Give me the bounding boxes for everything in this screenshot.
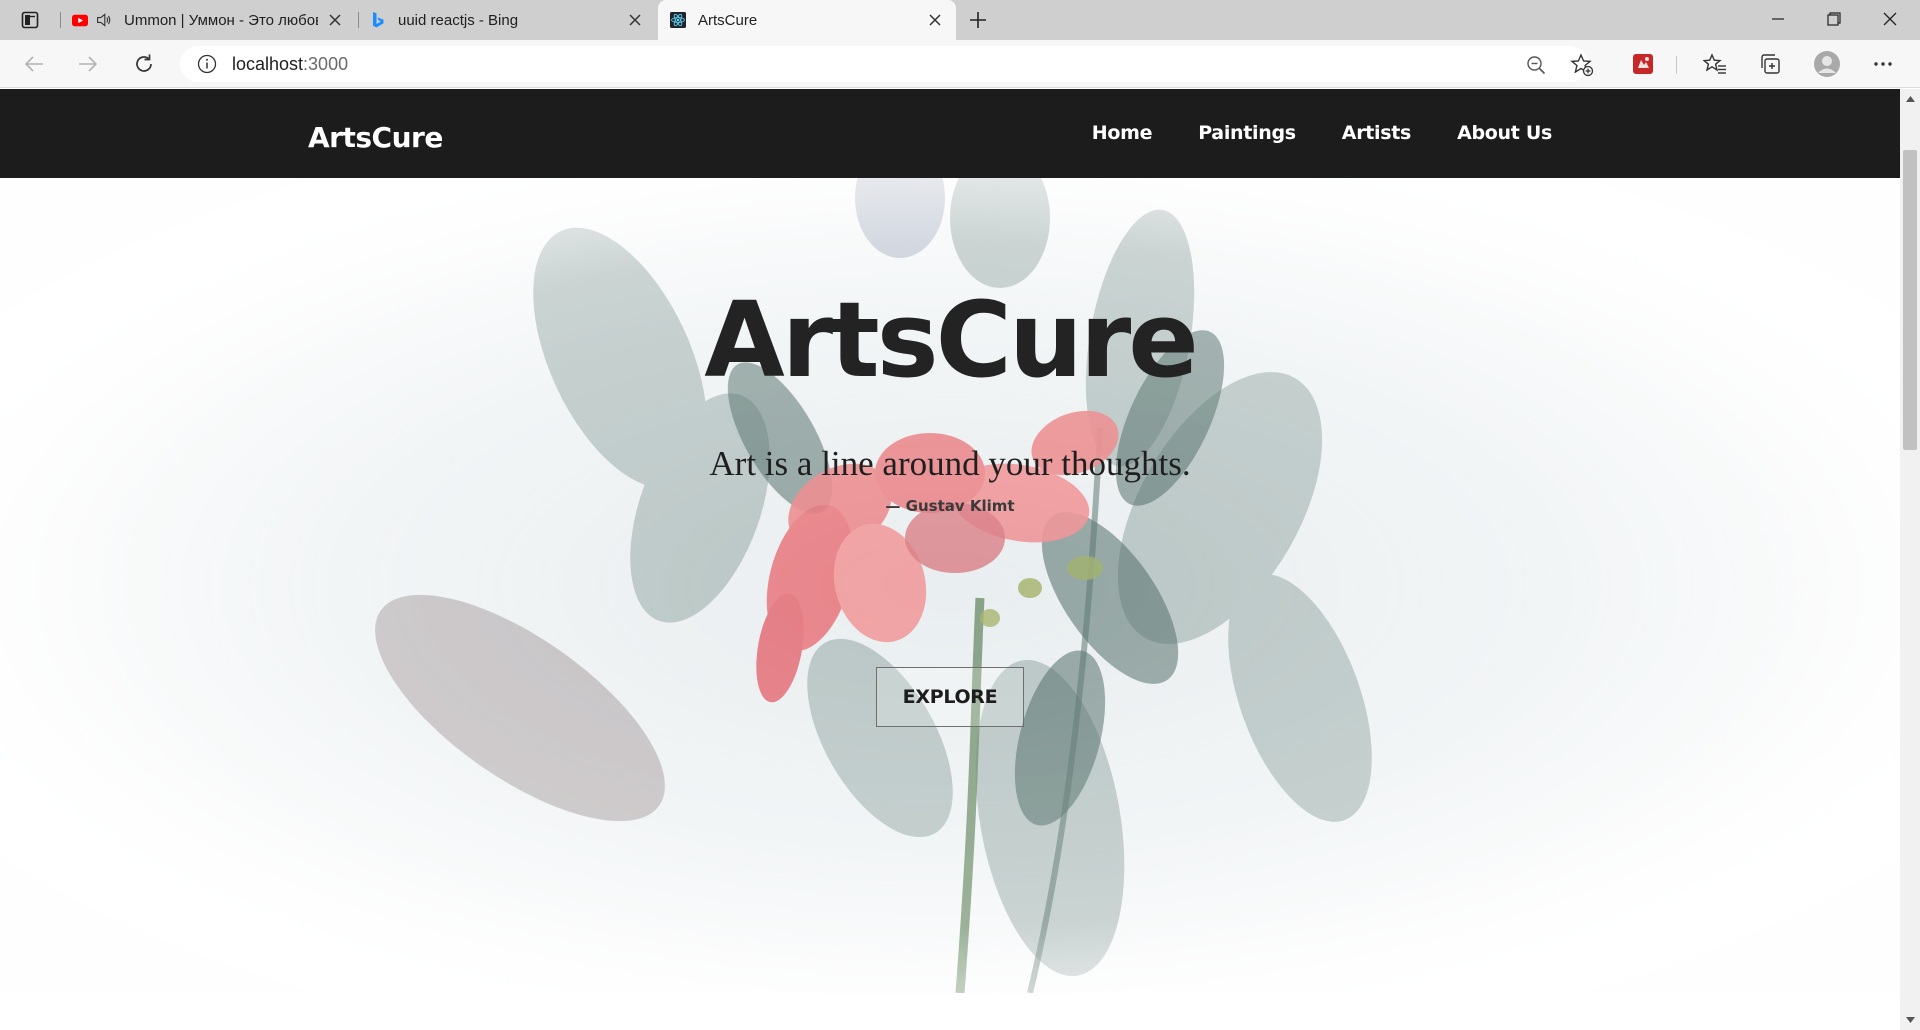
page-scrollbar[interactable] xyxy=(1900,89,1920,1030)
tab-title: Ummon | Уммон - Это любовь xyxy=(124,11,318,29)
close-icon[interactable] xyxy=(926,11,944,29)
tab-title: ArtsCure xyxy=(698,11,758,29)
scroll-up-arrow-icon[interactable] xyxy=(1904,93,1916,105)
url-host: localhost xyxy=(232,53,304,74)
main-menu: Home Paintings Artists About Us xyxy=(1092,122,1553,144)
youtube-icon xyxy=(72,12,88,28)
info-icon[interactable] xyxy=(196,53,218,75)
browser-tab-strip: Ummon | Уммон - Это любовь uuid reactjs … xyxy=(0,0,1920,40)
refresh-icon xyxy=(136,54,152,72)
explore-button[interactable]: EXPLORE xyxy=(876,667,1024,727)
forward-button[interactable] xyxy=(70,48,106,80)
favorites-icon[interactable] xyxy=(1698,48,1732,80)
back-button[interactable] xyxy=(16,48,52,80)
site-logo[interactable]: ArtsCure xyxy=(308,121,443,154)
refresh-button[interactable] xyxy=(126,48,162,80)
address-bar[interactable]: localhost:3000 xyxy=(180,46,1594,82)
browser-tab[interactable]: uuid reactjs - Bing xyxy=(358,0,656,40)
url-port: :3000 xyxy=(303,53,349,74)
plus-icon xyxy=(970,12,986,28)
close-icon[interactable] xyxy=(626,11,644,29)
nav-about-us-link[interactable]: About Us xyxy=(1457,122,1552,144)
collections-icon[interactable] xyxy=(1753,48,1787,80)
browser-tab-active[interactable]: ArtsCure xyxy=(658,0,956,40)
zoom-out-icon[interactable] xyxy=(1524,53,1548,77)
hero-content: ArtsCure Art is a line around your thoug… xyxy=(0,178,1900,993)
speaker-icon[interactable] xyxy=(96,12,112,28)
bing-icon xyxy=(370,12,386,28)
browser-tab[interactable]: Ummon | Уммон - Это любовь xyxy=(60,0,356,40)
scrollbar-thumb[interactable] xyxy=(1903,150,1917,450)
nav-paintings-link[interactable]: Paintings xyxy=(1198,122,1296,144)
close-icon[interactable] xyxy=(326,11,344,29)
browser-toolbar: localhost:3000 xyxy=(0,40,1920,88)
hero-quote: Art is a line around your thoughts. xyxy=(709,444,1191,483)
react-icon xyxy=(670,12,686,28)
arrow-right-icon xyxy=(79,56,98,72)
arrow-left-icon xyxy=(24,56,43,72)
toolbar-separator xyxy=(1676,56,1677,74)
profile-avatar-icon[interactable] xyxy=(1810,48,1844,80)
quote-author: — Gustav Klimt xyxy=(885,497,1015,515)
hero-section: ArtsCure Art is a line around your thoug… xyxy=(0,178,1900,993)
page-viewport: ArtsCure Home Paintings Artists About Us xyxy=(0,89,1900,1030)
tab-separator xyxy=(60,12,61,28)
restore-icon xyxy=(1827,12,1841,26)
url-text[interactable]: localhost:3000 xyxy=(232,54,348,75)
add-favorite-icon[interactable] xyxy=(1570,53,1594,77)
new-tab-button[interactable] xyxy=(963,6,993,34)
nav-home-link[interactable]: Home xyxy=(1092,122,1153,144)
close-icon xyxy=(1883,12,1897,26)
minimize-icon xyxy=(1772,18,1784,20)
tab-title: uuid reactjs - Bing xyxy=(398,11,519,29)
window-close-button[interactable] xyxy=(1862,0,1918,38)
more-menu-icon[interactable] xyxy=(1866,48,1900,80)
tab-separator xyxy=(358,12,359,28)
scroll-down-arrow-icon[interactable] xyxy=(1904,1014,1916,1026)
nav-artists-link[interactable]: Artists xyxy=(1342,122,1412,144)
restore-button[interactable] xyxy=(1806,0,1862,38)
hero-title: ArtsCure xyxy=(704,279,1199,401)
site-navbar: ArtsCure Home Paintings Artists About Us xyxy=(0,89,1900,178)
extension-icon[interactable] xyxy=(1626,48,1660,80)
tab-actions-icon[interactable] xyxy=(14,8,46,32)
minimize-button[interactable] xyxy=(1750,0,1806,38)
